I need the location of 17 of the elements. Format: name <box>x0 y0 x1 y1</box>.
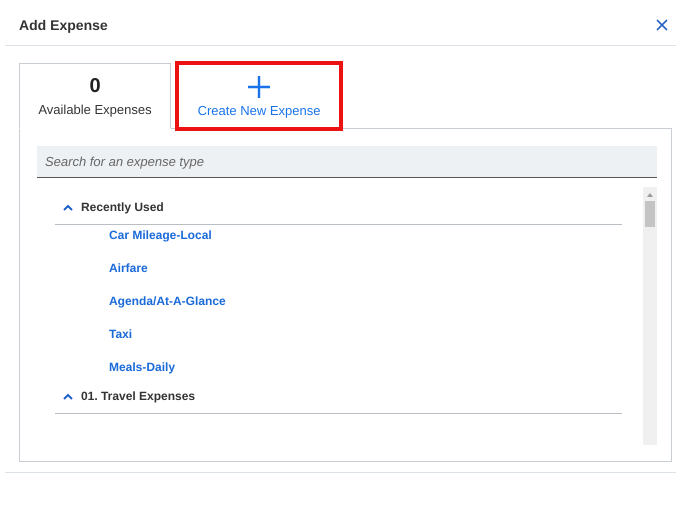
window-title: Add Expense <box>19 17 108 33</box>
close-icon[interactable] <box>656 19 668 31</box>
scroll-up-icon[interactable] <box>647 193 653 197</box>
chevron-icon <box>63 392 73 400</box>
chevron-icon <box>63 204 73 210</box>
group-header[interactable]: 01. Travel Expenses <box>55 389 622 414</box>
scrollbar-thumb[interactable] <box>645 201 655 227</box>
scrollbar[interactable] <box>643 187 657 445</box>
expense-type-link[interactable]: Taxi <box>55 327 622 360</box>
expense-type-link[interactable]: Agenda/At-A-Glance <box>55 294 622 327</box>
search-field[interactable]: Search for an expense type <box>37 146 657 178</box>
create-expense-tab[interactable]: Create New Expense <box>179 65 339 127</box>
plus-icon <box>247 75 271 99</box>
group-header[interactable]: Recently Used <box>55 200 622 225</box>
expense-type-link[interactable]: Airfare <box>55 261 622 294</box>
expense-type-link[interactable]: Car Mileage-Local <box>55 228 622 261</box>
available-expenses-tab[interactable]: 0 Available Expenses <box>19 63 171 129</box>
